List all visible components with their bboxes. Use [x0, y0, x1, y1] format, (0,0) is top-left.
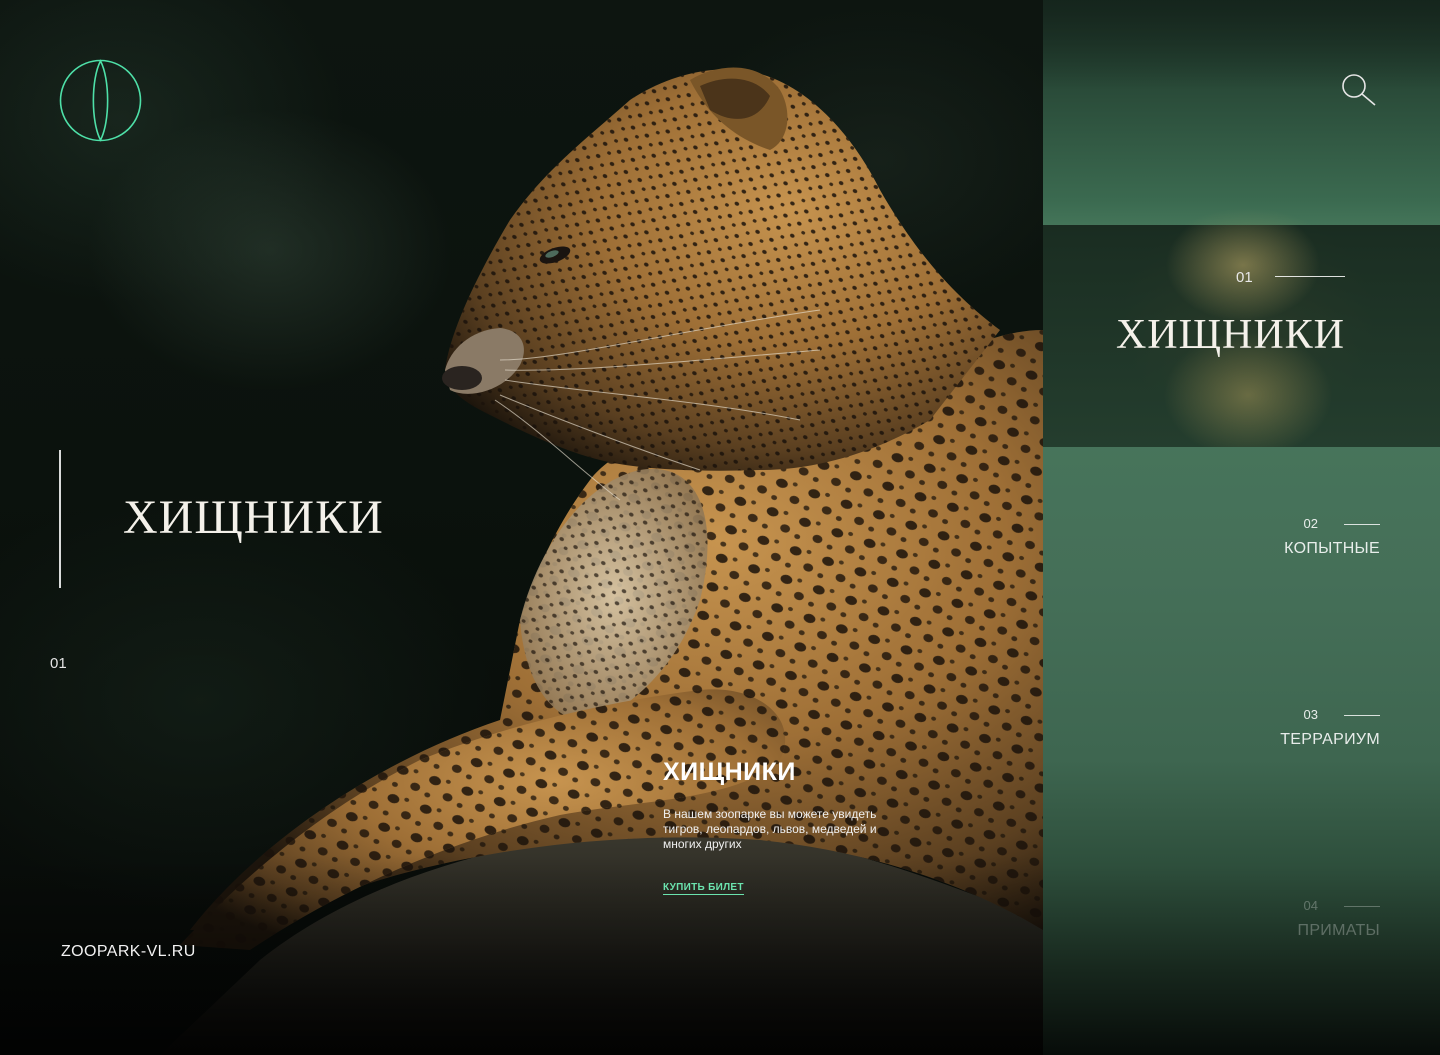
hero-slide-index: 01: [50, 655, 67, 672]
category-sidebar: 01 ХИЩНИКИ 02 КОПЫТНЫЕ 03 ТЕРРАРИУМ 04 П…: [1043, 0, 1440, 1055]
info-card: ХИЩНИКИ В нашем зоопарке вы можете увиде…: [663, 758, 913, 895]
sidebar-item-divider: [1344, 715, 1380, 716]
sidebar-item-divider: [1344, 906, 1380, 907]
sidebar-item-primaty[interactable]: 04 ПРИМАТЫ: [1180, 898, 1380, 958]
search-icon[interactable]: [1341, 73, 1377, 107]
sidebar-item-number: 01: [1236, 269, 1253, 286]
sidebar-item-active[interactable]: 01 ХИЩНИКИ: [1043, 225, 1440, 447]
hero-title-accent-line: [59, 450, 61, 588]
sidebar-item-number: 02: [1303, 516, 1318, 531]
sidebar-item-kopytnye[interactable]: 02 КОПЫТНЫЕ: [1180, 516, 1380, 576]
sidebar-top-shade: [1043, 0, 1440, 90]
sidebar-item-divider: [1275, 276, 1345, 277]
eye-iris-logo-icon[interactable]: [59, 59, 142, 142]
sidebar-item-label: ХИЩНИКИ: [1115, 312, 1345, 358]
site-url[interactable]: ZOOPARK-VL.RU: [61, 943, 196, 961]
hero-title: ХИЩНИКИ: [123, 491, 384, 544]
sidebar-item-label: ПРИМАТЫ: [1297, 922, 1380, 939]
sidebar-item-label: КОПЫТНЫЕ: [1284, 540, 1380, 557]
info-card-text: В нашем зоопарке вы можете увидеть тигро…: [663, 807, 877, 851]
hero-section: ХИЩНИКИ 01 ZOOPARK-VL.RU ХИЩНИКИ В нашем…: [0, 0, 1043, 1055]
sidebar-item-divider: [1344, 524, 1380, 525]
sidebar-item-number: 04: [1303, 898, 1318, 913]
sidebar-item-label: ТЕРРАРИУМ: [1280, 731, 1380, 748]
sidebar-item-terrarium[interactable]: 03 ТЕРРАРИУМ: [1180, 707, 1380, 767]
buy-ticket-link[interactable]: КУПИТЬ БИЛЕТ: [663, 882, 744, 895]
sidebar-item-number: 03: [1303, 707, 1318, 722]
info-card-title: ХИЩНИКИ: [663, 758, 796, 786]
